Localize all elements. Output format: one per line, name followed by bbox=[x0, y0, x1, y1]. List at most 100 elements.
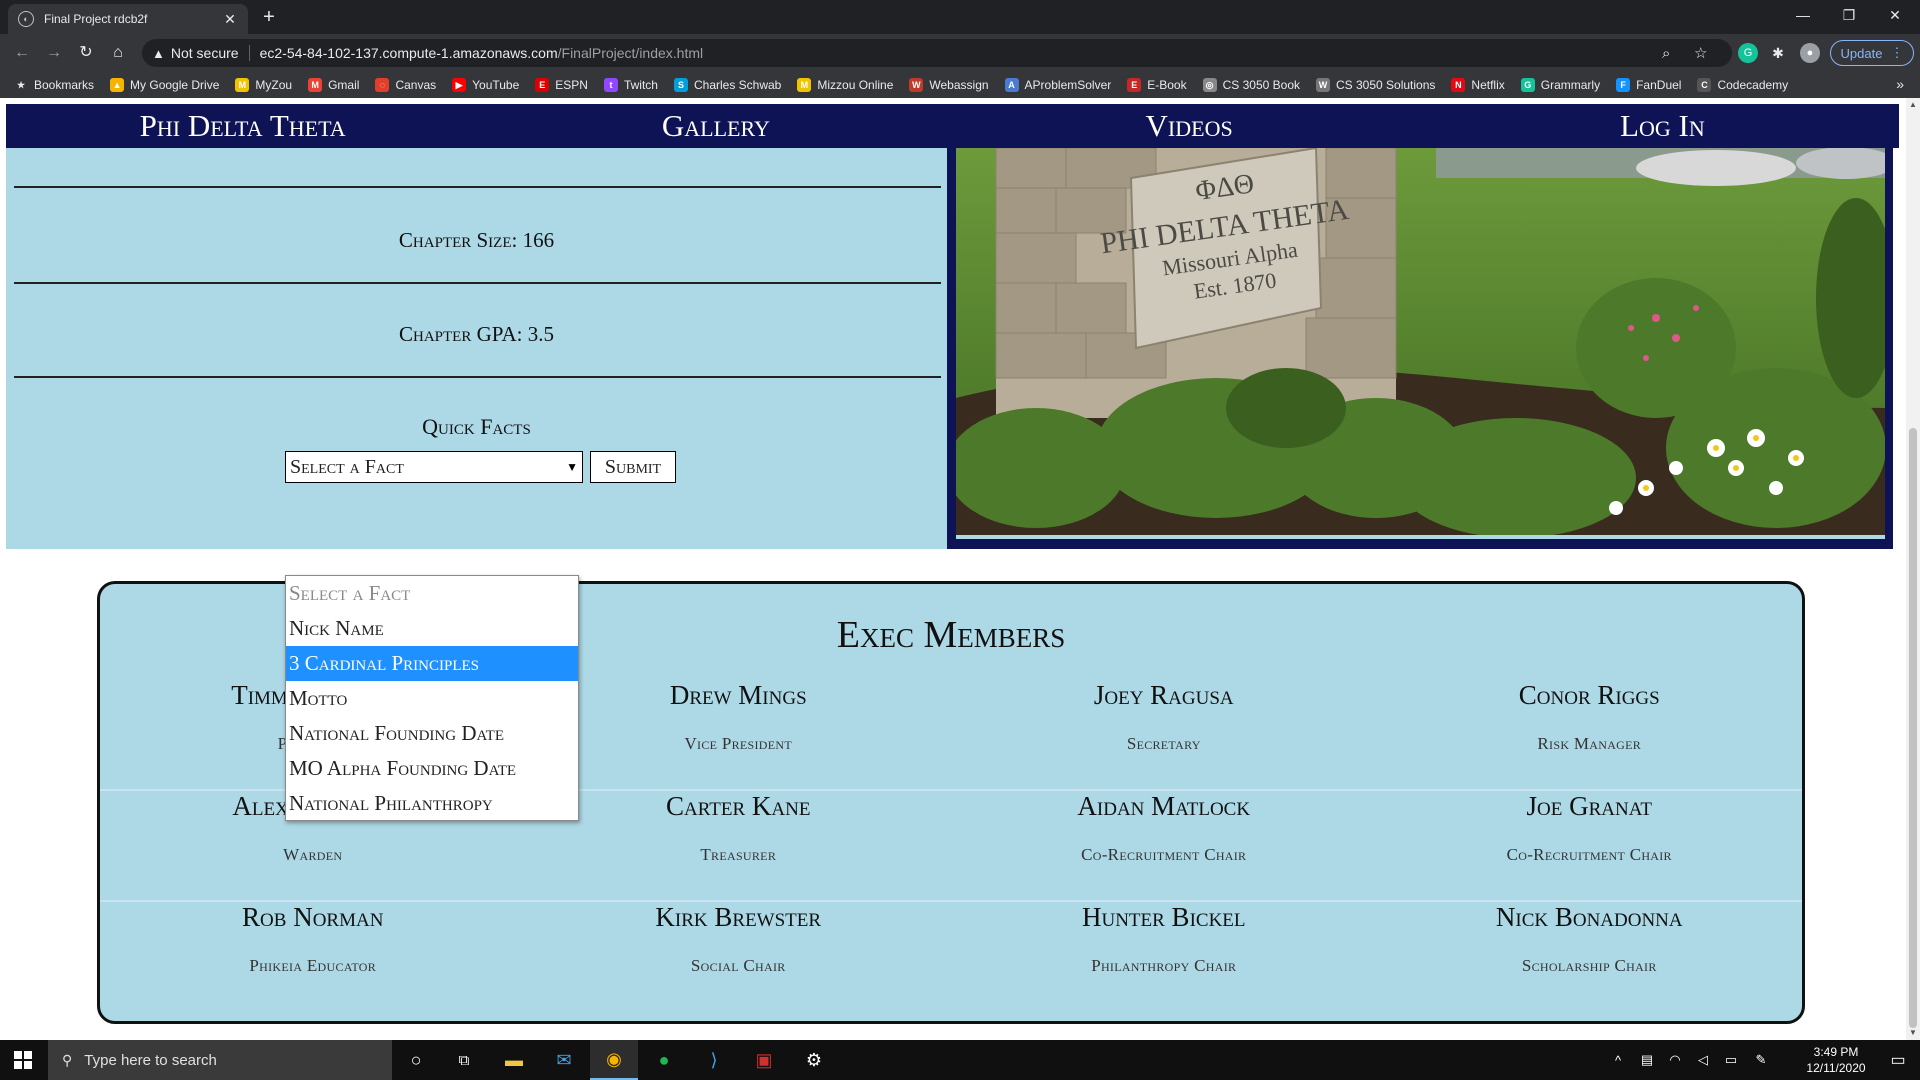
fact-option-national-philanthropy[interactable]: National Philanthropy bbox=[286, 786, 578, 821]
exec-member-card: Nick Bonadonna Scholarship Chair bbox=[1377, 902, 1803, 1013]
bookmark-myzou[interactable]: M MyZou bbox=[235, 78, 292, 92]
windows-start-icon[interactable] bbox=[14, 1051, 32, 1069]
member-name: Rob Norman bbox=[242, 902, 384, 932]
netflix-icon: N bbox=[1451, 78, 1466, 92]
top-navigation: Phi Delta Theta Gallery Videos Log In bbox=[6, 104, 1899, 148]
more-bookmarks-icon[interactable]: » bbox=[1896, 76, 1904, 92]
cortana-icon[interactable]: ○ bbox=[392, 1040, 440, 1080]
cs-3050-book-icon: ◎ bbox=[1202, 78, 1217, 92]
url-host: ec2-54-84-102-137.compute-1.amazonaws.co… bbox=[259, 45, 558, 61]
bookmark-label: Grammarly bbox=[1540, 78, 1601, 92]
task-view-icon[interactable]: ⧉ bbox=[440, 1040, 488, 1080]
puzzle-extension-icon[interactable]: ✱ bbox=[1768, 43, 1788, 63]
gmail-icon: M bbox=[308, 78, 323, 92]
bookmark-codecademy[interactable]: C Codecademy bbox=[1697, 78, 1788, 92]
home-icon[interactable]: ⌂ bbox=[108, 43, 128, 63]
fact-option-national-founding-date[interactable]: National Founding Date bbox=[286, 716, 578, 751]
file-explorer-icon[interactable]: ▬ bbox=[490, 1040, 538, 1080]
profile-avatar[interactable]: ● bbox=[1800, 43, 1820, 63]
exec-member-card: Aidan Matlock Co-Recruitment Chair bbox=[951, 791, 1377, 900]
spotify-icon[interactable]: ● bbox=[640, 1040, 688, 1080]
bookmark-label: CS 3050 Book bbox=[1222, 78, 1300, 92]
scroll-down-icon[interactable]: ▼ bbox=[1908, 1028, 1918, 1037]
grammarly-extension-icon[interactable]: G bbox=[1738, 43, 1758, 63]
nav-link-phi-delta-theta[interactable]: Phi Delta Theta bbox=[6, 104, 479, 148]
bookmark-netflix[interactable]: N Netflix bbox=[1451, 78, 1505, 92]
bookmark-cs-3050-solutions[interactable]: W CS 3050 Solutions bbox=[1316, 78, 1435, 92]
tray-chevron-icon[interactable]: ^ bbox=[1608, 1040, 1628, 1080]
back-icon[interactable]: ← bbox=[12, 43, 32, 63]
wifi-icon[interactable]: ◠ bbox=[1664, 1040, 1686, 1080]
notifications-icon[interactable]: ▭ bbox=[1880, 1040, 1916, 1080]
filezilla-icon[interactable]: ▣ bbox=[740, 1040, 788, 1080]
mizzou-online-icon: M bbox=[797, 78, 812, 92]
reload-icon[interactable]: ↻ bbox=[76, 43, 96, 63]
divider bbox=[14, 376, 941, 378]
member-name: Drew Mings bbox=[669, 680, 807, 710]
settings-icon[interactable]: ⚙ bbox=[790, 1040, 838, 1080]
scroll-up-icon[interactable]: ▲ bbox=[1908, 100, 1918, 109]
forward-icon[interactable]: → bbox=[44, 43, 64, 63]
bookmark-e-book[interactable]: E E-Book bbox=[1127, 78, 1187, 92]
taskbar-search[interactable]: ⚲ Type here to search bbox=[48, 1040, 392, 1080]
update-button[interactable]: Update ⋮ bbox=[1830, 40, 1914, 66]
bookmark-youtube[interactable]: ▶ YouTube bbox=[452, 78, 519, 92]
fact-option-nick-name[interactable]: Nick Name bbox=[286, 611, 578, 646]
member-name: Joey Ragusa bbox=[1093, 680, 1234, 710]
member-name: Nick Bonadonna bbox=[1495, 902, 1683, 932]
bookmark-canvas[interactable]: ◌ Canvas bbox=[375, 78, 436, 92]
submit-button[interactable]: Submit bbox=[590, 451, 676, 483]
bookmark-cs-3050-book[interactable]: ◎ CS 3050 Book bbox=[1202, 78, 1300, 92]
browser-tab[interactable]: ◐ Final Project rdcb2f ✕ bbox=[8, 4, 248, 34]
nav-link-log-in[interactable]: Log In bbox=[1426, 104, 1899, 148]
bookmark-bookmarks[interactable]: ★ Bookmarks bbox=[14, 78, 94, 92]
bookmark-gmail[interactable]: M Gmail bbox=[308, 78, 359, 92]
nav-link-gallery[interactable]: Gallery bbox=[479, 104, 952, 148]
taskbar-search-placeholder: Type here to search bbox=[84, 1051, 217, 1069]
bookmark-label: MyZou bbox=[255, 78, 293, 92]
aproblemsolver-icon: A bbox=[1004, 78, 1019, 92]
bookmark-mizzou-online[interactable]: M Mizzou Online bbox=[797, 78, 893, 92]
zoom-search-icon[interactable]: ⌕ bbox=[1662, 39, 1670, 67]
pen-icon[interactable]: ✎ bbox=[1750, 1040, 1772, 1080]
new-tab-button[interactable]: + bbox=[258, 6, 280, 29]
member-name: Carter Kane bbox=[666, 791, 811, 821]
exec-member-card: Joey Ragusa Secretary bbox=[951, 680, 1377, 789]
fact-option-3-cardinal-principles[interactable]: 3 Cardinal Principles bbox=[286, 646, 578, 681]
address-bar[interactable]: ▲ Not secure ec2-54-84-102-137.compute-1… bbox=[142, 39, 1732, 67]
chrome-icon[interactable]: ◉ bbox=[590, 1040, 638, 1080]
tray-app-icon[interactable]: ▤ bbox=[1636, 1040, 1658, 1080]
sign-photo: ΦΔΘ PHI DELTA THETA Missouri Alpha Est. … bbox=[956, 148, 1885, 539]
exec-member-card: Rob Norman Phikeia Educator bbox=[100, 902, 526, 1013]
bookmark-my-google-drive[interactable]: ▲ My Google Drive bbox=[110, 78, 219, 92]
tab-strip: ◐ Final Project rdcb2f ✕ + — ❐ ✕ bbox=[0, 0, 1920, 34]
vscode-icon[interactable]: ⟩ bbox=[690, 1040, 738, 1080]
taskbar-clock[interactable]: 3:49 PM 12/11/2020 bbox=[1796, 1044, 1876, 1076]
fact-select[interactable]: Select a Fact ▼ bbox=[285, 451, 583, 483]
fact-option-mo-alpha-founding-date[interactable]: MO Alpha Founding Date bbox=[286, 751, 578, 786]
bookmark-charles-schwab[interactable]: S Charles Schwab bbox=[673, 78, 781, 92]
close-window-icon[interactable]: ✕ bbox=[1872, 0, 1918, 30]
bookmark-webassign[interactable]: W Webassign bbox=[909, 78, 989, 92]
bookmark-grammarly[interactable]: G Grammarly bbox=[1520, 78, 1601, 92]
bookmark-fanduel[interactable]: F FanDuel bbox=[1616, 78, 1681, 92]
page-scrollbar[interactable]: ▲ ▼ bbox=[1906, 98, 1920, 1040]
restore-icon[interactable]: ❐ bbox=[1826, 0, 1872, 30]
exec-row: Rob Norman Phikeia Educator Kirk Brewster S… bbox=[100, 902, 1802, 1013]
member-name: Joe Granat bbox=[1526, 791, 1652, 821]
fact-option-motto[interactable]: Motto bbox=[286, 681, 578, 716]
minimize-icon[interactable]: — bbox=[1780, 0, 1826, 30]
bookmark-aproblemsolver[interactable]: A AProblemSolver bbox=[1004, 78, 1111, 92]
volume-icon[interactable]: ◁ bbox=[1692, 1040, 1714, 1080]
bookmark-label: Twitch bbox=[623, 78, 658, 92]
battery-icon[interactable]: ▭ bbox=[1720, 1040, 1742, 1080]
star-icon[interactable]: ☆ bbox=[1694, 39, 1707, 67]
bookmark-espn[interactable]: E ESPN bbox=[535, 78, 588, 92]
close-tab-icon[interactable]: ✕ bbox=[222, 11, 238, 28]
bookmark-twitch[interactable]: t Twitch bbox=[603, 78, 658, 92]
scrollbar-thumb[interactable] bbox=[1909, 428, 1917, 1028]
espn-icon: E bbox=[535, 78, 550, 92]
member-role: Co-Recruitment Chair bbox=[1506, 845, 1672, 864]
mail-icon[interactable]: ✉ bbox=[540, 1040, 588, 1080]
nav-link-videos[interactable]: Videos bbox=[953, 104, 1426, 148]
